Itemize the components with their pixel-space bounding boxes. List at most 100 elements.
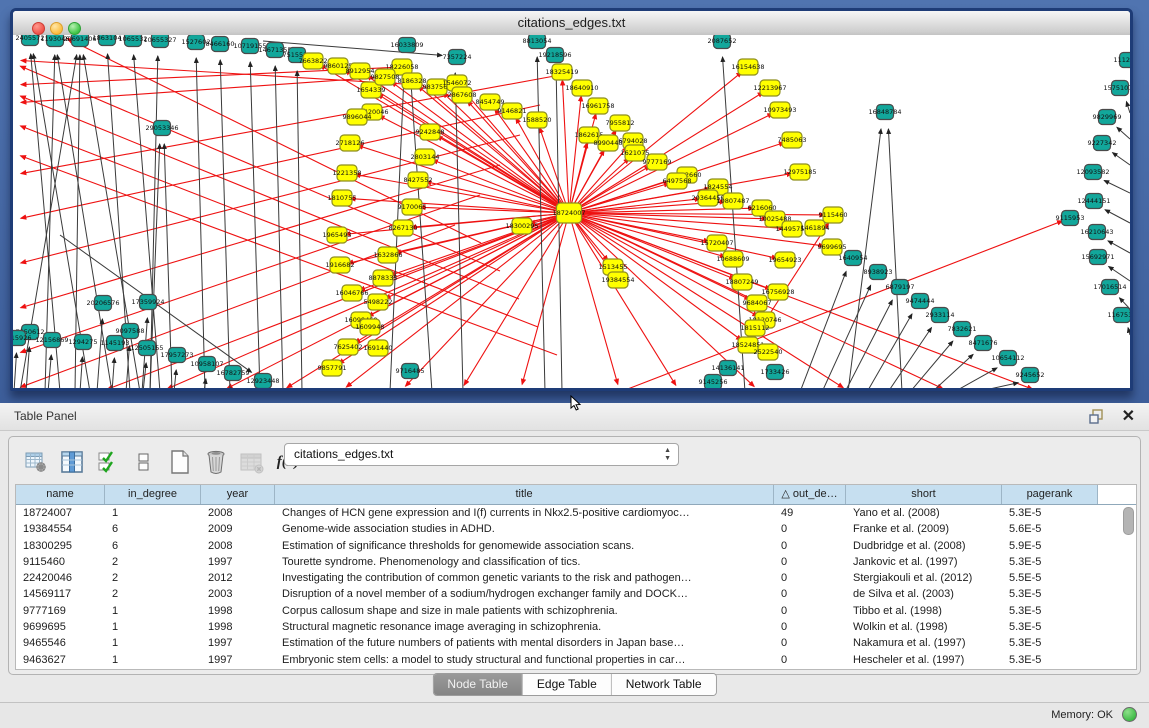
network-edge[interactable] [21, 75, 560, 174]
column-header-short[interactable]: short [846, 485, 1002, 504]
network-node[interactable]: 1863104 [93, 35, 122, 46]
network-node[interactable]: 9716485 [396, 364, 425, 379]
network-node[interactable]: 19218596 [538, 48, 571, 63]
table-row[interactable]: 911546021997Tourette syndrome. Phenomeno… [16, 554, 1136, 570]
network-node[interactable]: 20206576 [86, 296, 119, 311]
network-node[interactable]: 1815112 [741, 320, 770, 336]
network-node[interactable]: 9777169 [643, 154, 672, 170]
column-header-year[interactable]: year [201, 485, 275, 504]
network-node[interactable]: 7357224 [443, 50, 472, 65]
network-node[interactable]: 8267130 [389, 220, 418, 236]
memory-status-icon[interactable] [1122, 707, 1137, 722]
network-edge[interactable] [1113, 153, 1130, 165]
network-edge[interactable] [1105, 210, 1130, 223]
network-node[interactable]: 16154638 [731, 59, 764, 75]
network-edge[interactable] [250, 62, 260, 388]
network-node[interactable]: 8471676 [969, 336, 998, 351]
network-edge[interactable] [220, 60, 230, 388]
network-edge[interactable] [888, 129, 902, 388]
network-edge[interactable] [1108, 241, 1130, 253]
network-node[interactable]: 8938923 [864, 265, 893, 280]
table-row[interactable]: 1938455462009Genome-wide association stu… [16, 521, 1136, 537]
network-edge[interactable] [48, 355, 51, 388]
network-edge[interactable] [867, 314, 912, 388]
network-node[interactable]: 2522540 [754, 344, 783, 360]
network-node[interactable]: 2718126 [336, 135, 365, 151]
network-node[interactable]: 1588520 [523, 112, 552, 128]
table-row[interactable]: 1830029562008Estimation of significance … [16, 538, 1136, 554]
network-node-hub[interactable]: 18724007 [552, 203, 585, 223]
network-node[interactable]: 17016514 [1093, 280, 1126, 295]
delete-row-icon[interactable] [203, 449, 229, 475]
table-scrollbar-thumb[interactable] [1123, 507, 1134, 535]
network-node[interactable]: 1221358 [333, 165, 362, 181]
network-node[interactable]: 1294275 [69, 335, 98, 350]
table-row[interactable]: 1456911722003Disruption of a novel membe… [16, 586, 1136, 602]
network-edge[interactable] [569, 213, 1033, 388]
network-node[interactable]: 7832621 [948, 322, 977, 337]
network-node[interactable]: 9857791 [318, 360, 347, 376]
table-row[interactable]: 946554611997Estimation of the future num… [16, 635, 1136, 651]
network-node[interactable]: 9827508 [371, 69, 400, 85]
network-node[interactable]: 1640954 [839, 251, 868, 266]
network-edge[interactable] [569, 213, 618, 384]
network-node[interactable]: 9245652 [1016, 368, 1045, 383]
network-node[interactable]: 1632866 [374, 247, 403, 263]
unselect-rows-icon[interactable] [131, 449, 157, 475]
network-edge[interactable] [1126, 102, 1130, 113]
float-window-icon[interactable] [1088, 408, 1105, 425]
network-node[interactable]: 16848784 [868, 105, 901, 120]
network-node[interactable]: 16210643 [1080, 225, 1113, 240]
network-node[interactable]: 1112804 [1114, 53, 1130, 68]
network-node[interactable]: 12975185 [783, 164, 816, 180]
network-edge[interactable] [112, 358, 114, 388]
network-node[interactable]: 12093582 [1076, 165, 1109, 180]
network-edge[interactable] [954, 368, 997, 388]
network-edge[interactable] [800, 271, 846, 388]
network-node[interactable]: 6497568 [663, 173, 692, 189]
network-node[interactable]: 17359924 [131, 295, 164, 310]
network-edge[interactable] [845, 300, 892, 388]
network-node[interactable]: 12444151 [1077, 194, 1110, 209]
network-edge[interactable] [562, 80, 569, 213]
network-node[interactable]: 6879197 [886, 280, 915, 295]
network-edge[interactable] [464, 213, 569, 385]
network-edge[interactable] [14, 353, 16, 388]
network-node[interactable]: 9829969 [1093, 110, 1122, 125]
network-node[interactable]: 9145256 [699, 375, 728, 389]
select-columns-icon[interactable] [59, 449, 85, 475]
network-node[interactable]: 1810755 [328, 190, 357, 206]
network-node[interactable]: 8813054 [523, 35, 552, 49]
network-node[interactable]: 18325419 [545, 64, 578, 80]
network-edge[interactable] [1104, 180, 1130, 193]
network-node[interactable]: 10654112 [991, 351, 1024, 366]
network-edge[interactable] [97, 319, 102, 388]
network-node[interactable]: 17957273 [160, 348, 193, 363]
network-node[interactable]: 8427552 [404, 172, 433, 188]
network-node[interactable]: 12505155 [130, 341, 163, 356]
network-node[interactable]: 1965493 [323, 227, 352, 243]
table-row[interactable]: 1872400712008Changes of HCN gene express… [16, 505, 1136, 521]
network-node[interactable]: 10688609 [716, 251, 749, 267]
close-panel-icon[interactable]: ✕ [1122, 406, 1135, 426]
network-edge[interactable] [21, 135, 520, 263]
column-header-name[interactable]: name [16, 485, 105, 504]
network-node[interactable]: 15720407 [700, 235, 733, 251]
network-node[interactable]: 1916682 [326, 257, 355, 273]
network-node[interactable]: 16961758 [581, 98, 614, 114]
table-settings-icon[interactable] [23, 449, 49, 475]
tab-node-table[interactable]: Node Table [433, 674, 523, 695]
network-node[interactable]: 2867608 [448, 87, 477, 103]
tab-network-table[interactable]: Network Table [612, 674, 716, 695]
network-node[interactable]: 18640910 [565, 80, 598, 96]
network-view-window[interactable]: citations_edges.txt 24055721193046206914… [10, 8, 1133, 391]
network-node[interactable]: 16033809 [390, 38, 423, 53]
network-node[interactable]: 15692971 [1081, 250, 1114, 265]
network-node[interactable]: 19654923 [768, 252, 801, 268]
table-row[interactable]: 969969511998Structural magnetic resonanc… [16, 619, 1136, 635]
network-edge[interactable] [976, 383, 1018, 388]
tab-edge-table[interactable]: Edge Table [523, 674, 612, 695]
network-edge[interactable] [556, 71, 562, 388]
table-row[interactable]: 977716911998Corpus callosum shape and si… [16, 603, 1136, 619]
network-edge[interactable] [20, 66, 500, 271]
